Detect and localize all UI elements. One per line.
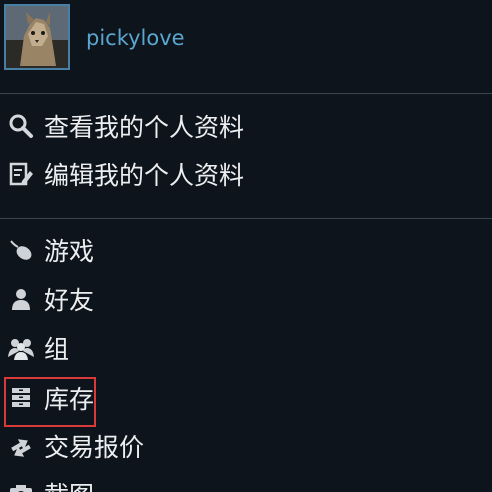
avatar-image [6,6,68,68]
menu-item-games[interactable]: 游戏 [0,230,492,270]
screenshot-icon [6,479,36,492]
divider [0,93,492,94]
menu-item-edit-profile[interactable]: 编辑我的个人资料 [0,154,492,194]
menu-item-label: 交易报价 [44,433,145,462]
search-icon [6,111,36,141]
game-controller-icon [6,235,36,265]
trade-icon [6,431,36,461]
menu-item-screenshots[interactable]: 截图 [0,474,492,492]
menu-item-view-profile[interactable]: 查看我的个人资料 [0,106,492,146]
menu-item-inventory[interactable]: 库存 [0,378,492,418]
menu-item-groups[interactable]: 组 [0,328,492,368]
menu-item-label: 库存 [44,385,95,414]
menu-item-label: 截图 [44,476,94,492]
username-link[interactable]: pickylove [86,26,185,50]
friend-icon [6,284,36,314]
menu-item-label: 好友 [44,286,95,315]
menu-item-label: 组 [44,335,70,364]
menu-item-label: 编辑我的个人资料 [44,161,245,190]
avatar[interactable] [4,4,70,70]
menu-item-friends[interactable]: 好友 [0,279,492,319]
group-icon [6,333,36,363]
divider [0,218,492,219]
edit-icon [6,159,36,189]
menu-item-trade-offers[interactable]: 交易报价 [0,426,492,466]
inventory-icon [6,383,36,413]
menu-item-label: 游戏 [44,237,95,266]
menu-item-label: 查看我的个人资料 [44,113,245,142]
